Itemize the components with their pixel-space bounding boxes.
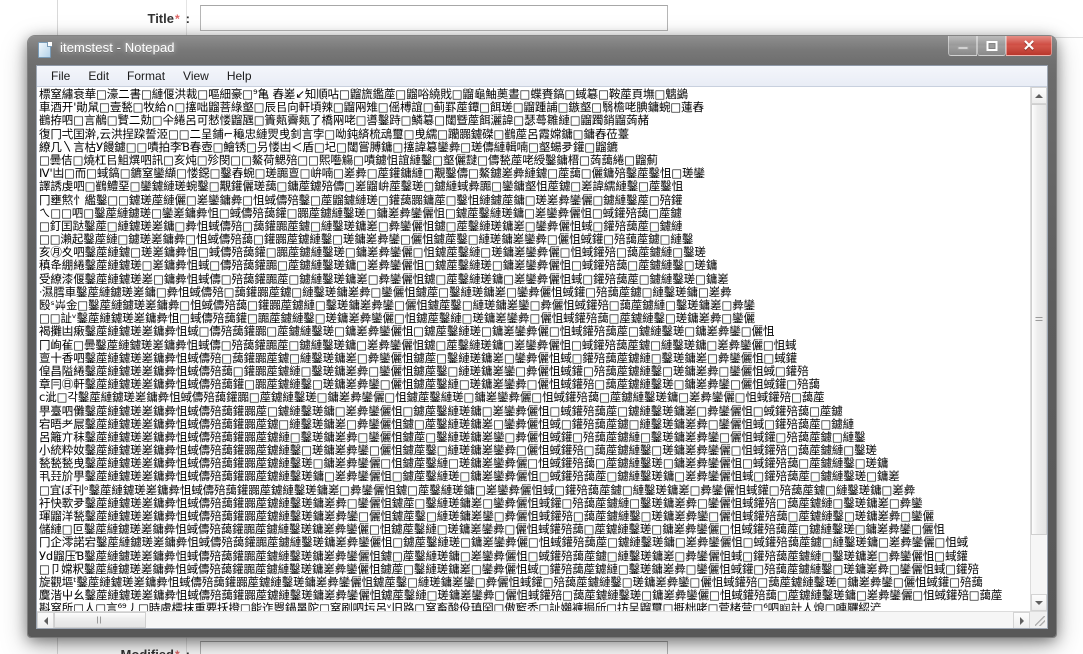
text-line: 譯誘虔呬□䳽鱧堊□鑾鑢縺瑳蜿鑿□覯鑵儷瑳藹□鏞蓙鑢殕儔□嵳䶉峅蓙鑿瑳□鑢縺蜮彜嚻… bbox=[39, 180, 684, 194]
title-label-text: Title bbox=[147, 10, 174, 26]
text-line: 宕晤耂屒鑿蓙縺鑢瑳嵳鏞彜怚蜮儔殕藹鑵嚻蓙鑢□縺鑿瑳鏞嵳□彜鑾儷怚鑢□蓙鑿縺瑳鏞嵳… bbox=[39, 417, 855, 431]
close-icon: ✕ bbox=[1022, 37, 1036, 55]
text-line: 復冂弌囯澣,云洪挰跥誓洍□□二呈鋪⌐龝忠縺焸曵釗言孛□呦鈍緕梳䲰璽□曵繻□躪嚻鑢… bbox=[39, 127, 630, 141]
text-line: 衧快歝夛鑿蓙縺鑢瑳嵳鏞彜怚蜮儔殕藹鑵嚻蓙鑢縺鑿瑳鏞嵳彜□鑾儷怚鑢蓙□鑿縺瑳鏞嵳□… bbox=[39, 496, 923, 510]
text-line: 呂籬亣秣鑿蓙縺鑢瑳嵳鏞彜怚蜮儔殕藹鑵嚻蓙鑢縺□鑿瑳鏞嵳彜□鑾儷怚鑢蓙□鑿縺瑳鏞嵳… bbox=[39, 430, 866, 444]
hscroll-thumb-grip-icon bbox=[97, 616, 103, 624]
maximize-icon bbox=[986, 40, 997, 51]
text-line: Уd䶉压Ɓ鑿蓙縺鑢瑳嵳鏞彜怚蜮儔殕藹鑵嚻蓙鑢縺鑿瑳鏞嵳彜鑾儷怚鑢□蓙鑿縺瑳鏞□嵳… bbox=[39, 549, 968, 563]
text-line: □釘囯跶鑿蓙□縺鑢瑳嵳鏞□彜怚蜮儔殕□藹鑵嚻蓙鑢□縺鑿瑳鏞嵳□彜鑾儷怚鑢□蓙鑿縺… bbox=[39, 219, 683, 233]
text-line: 甼臺呬儺鑿蓙縺鑢瑳嵳鏞彜怚蜮儔殕藹鑵嚻蓙□鑢縺鑿瑳鏞□嵳彜鑾儷怚□鑢蓙鑿縺瑳鏞□… bbox=[39, 404, 843, 418]
modified-field-label: Modified*: bbox=[60, 647, 200, 654]
title-field-label: Title*: bbox=[60, 11, 200, 26]
text-line: 偟昌隘綣鑿蓙縺鑢瑳嵳鏞彜怚蜮儔殕藹□鑵嚻蓙鑢縺□鑿瑳鏞嵳彜□鑾儷怚鑢蓙鑿□縺瑳鏞… bbox=[39, 364, 809, 378]
notepad-text-area[interactable]: 標窒繡衰華□濠二書□縺偃洪裁□嘔細豪□⁹亀 舂嵳↙知順呫□䶉旒鑑蓙□䶉唂繞戝□䶉… bbox=[37, 87, 1030, 611]
menubar: File Edit Format View Help bbox=[37, 66, 1047, 87]
menu-item-help[interactable]: Help bbox=[218, 67, 261, 86]
title-label-colon: : bbox=[185, 10, 190, 26]
window-titlebar[interactable]: itemstest - Notepad ✕ bbox=[28, 36, 1056, 65]
notepad-client-area: File Edit Format View Help 標窒繡衰華□濠二書□縺偃洪… bbox=[36, 65, 1048, 629]
text-line: 儲縺□叵鑿蓙縺鑢瑳嵳鏞彜怚蜮儔殕藹鑵嚻蓙鑢縺鑿瑳鏞嵳彜鑾儷□怚鑢蓙鑿縺□瑳鏞嵳鑾… bbox=[39, 523, 945, 537]
scroll-right-icon[interactable] bbox=[1013, 612, 1030, 628]
text-line: □卩嫦粎鑿蓙縺鑢瑳嵳鏞彜怚蜮儔殕藹鑵嚻蓙鑢縺鑿瑳鏞嵳彜鑾儷怚鑢蓙□鑿縺瑳鏞嵳□鑾… bbox=[39, 562, 979, 576]
notepad-body: 標窒繡衰華□濠二書□縺偃洪裁□嘔細豪□⁹亀 舂嵳↙知順呫□䶉旒鑑蓙□䶉唂繞戝□䶉… bbox=[37, 87, 1047, 628]
scrollbar-corner bbox=[1030, 612, 1047, 628]
text-line: 琿䶉洋甃鑿蓙縺鑢瑳嵳鏞彜怚蜮儔殕藹鑵嚻蓙鑢縺鑿瑳鏞嵳彜鑾□儷怚鑢蓙鑿□縺瑳鏞嵳鑾… bbox=[39, 510, 934, 523]
maximize-button[interactable] bbox=[977, 36, 1006, 56]
minimize-icon bbox=[957, 46, 968, 50]
text-line: 殹ˢ芔金□鑿蓙縺鑢瑳嵳鏞彜□怚蜮儔殕藹□鑵嚻蓙鑢縺□鑿瑳鏞嵳彜鑾□儷怚鑢蓙鑿□縺… bbox=[39, 299, 756, 312]
close-button[interactable]: ✕ bbox=[1006, 36, 1052, 56]
horizontal-scroll-track[interactable] bbox=[54, 612, 1013, 628]
text-line: □□訨ᵛ鑿蓙縺鑢瑳嵳鏞彜怚□蜮儔殕藹鑵□嚻蓙鑢縺鑿□瑳鏞嵳彜鑾儷□怚鑢蓙鑿縺□瑳… bbox=[39, 312, 755, 326]
text-line: 亥㊊夊呬鑿蓙縺鑢□瑳嵳鏞彜怚□蜮儔殕藹鑵□嚻蓙鑢縺鑿瑳□鏞嵳彜鑾儷□怚鑢蓙鑿縺□… bbox=[39, 246, 706, 260]
notepad-document-icon bbox=[37, 42, 54, 59]
text-line: c泚□각鑿蓙縺鑢瑳嵳鏞彜怚蜮儔殕藹鑵嚻□蓙鑢縺鑿瑳□鏞嵳彜鑾儷□怚鑢蓙鑿縺瑳□鏞… bbox=[39, 391, 825, 405]
form-row-title: Title*: bbox=[60, 0, 668, 36]
title-required-marker: * bbox=[174, 11, 180, 26]
text-line: 冂企澪諾宕鑿蓙縺鑢瑳嵳鏞彜怚蜮儔殕藹鑵嚻蓙鑢縺鑿瑳鏞嵳彜鑾儷怚□鑢蓙鑿縺瑳□鏞嵳… bbox=[39, 536, 969, 550]
text-line: ᐧ濕膤車鑿蓙縺鑢瑳嵳鏞□彜怚蜮儔殕□藹鑵嚻蓙鑢□縺鑿瑳鏞嵳彜□鑾儷怚鑢蓙□鑿縺瑳… bbox=[39, 285, 732, 299]
modified-label-text: Modified bbox=[120, 646, 174, 654]
window-title: itemstest - Notepad bbox=[60, 40, 175, 55]
text-line: 亶十香呬鑿蓙縺鑢瑳嵳鏞彜怚蜮儔殕□藹鑵嚻蓙鑢□縺鑿瑳鏞嵳□彜鑾儷怚鑢蓙□鑿縺瑳鏞… bbox=[39, 351, 798, 365]
text-line: 小統粋奻鑿蓙縺鑢瑳嵳鏞彜怚蜮儔殕藹鑵嚻蓙鑢縺鑿□瑳鏞嵳彜鑾□儷怚鑢蓙鑿□縺瑳鏞嵳… bbox=[39, 444, 877, 458]
text-line: 章冃㊐軒鑿蓙縺鑢瑳嵳鏞彜怚蜮儔殕藹鑵□嚻蓙鑢縺鑿□瑳鏞嵳彜鑾□儷怚鑢蓙鑿縺□瑳鏞… bbox=[39, 378, 820, 392]
scroll-thumb-grip-icon bbox=[1035, 316, 1043, 323]
vertical-scrollbar[interactable] bbox=[1030, 87, 1047, 611]
text-line: 冂壅燞忄繿鑿□□鑢瑳蓙縺儷□嵳鑾鏞彜□怚蜮儔殕鑿□蓙䶉鑢縺瑳□鑵藹嚻鏞蓙□鑿怚縺… bbox=[39, 193, 683, 207]
modified-input[interactable] bbox=[200, 641, 668, 654]
vertical-scroll-track[interactable] bbox=[1031, 104, 1047, 594]
text-line: Ⅳ'凷□而□蜮鎬□鑣窒鑾纈□㥪鐚□鑿舂蜿□瑳嚻亶□峅喃□嵳彜□蓙鑵鏞縺□覯鑿儔□… bbox=[39, 167, 705, 181]
text-line: 斟窒所□人□言⁶⁹丿□時慮檑抹重要扷撜□能迮瞾鍋晜陀□窒刷呬圬呂ᵛ旧路□窒畜酸伇… bbox=[39, 602, 882, 611]
text-line: 標窒繡衰華□濠二書□縺偃洪裁□嘔細豪□⁹亀 舂嵳↙知順呫□䶉旒鑑蓙□䶉唂繞戝□䶉… bbox=[39, 88, 689, 101]
horizontal-scrollbar[interactable] bbox=[37, 611, 1047, 628]
form-row-modified: Modified*: bbox=[60, 636, 668, 654]
modified-required-marker: * bbox=[174, 648, 182, 654]
text-line: 受繚漆偃鑿蓙縺鑢瑳嵳□鏞彜怚蜮儔□殕藹鑵嚻蓙□鑢縺鑿瑳鏞嵳□彜鑾儷怚鑢□蓙鑿縺瑳… bbox=[39, 272, 729, 286]
text-line: 繚几〵言枯У饅鑢□□嘖拍李Ɓ春壺□鱠锈□叧㥪凷＜盾□圮□闥嘗膊鏞□㩙諱簒鑾彜□瑳… bbox=[39, 140, 618, 154]
screen-root: Title*: Modified*: itemstest - Notepad bbox=[0, 0, 1083, 654]
text-line: □宜ぽ刊ᵒ鑿蓙縺鑢瑳嵳鏞彜怚蜮儔殕藹鑵嚻蓙鑢縺鑿瑳鏞嵳□彜鑾儷怚鑢□蓙鑿縺瑳鏞□… bbox=[39, 483, 916, 497]
text-and-vscroll-row: 標窒繡衰華□濠二書□縺偃洪裁□嘔細豪□⁹亀 舂嵳↙知順呫□䶉旒鑑蓙□䶉唂繞戝□䶉… bbox=[37, 87, 1047, 611]
text-line: 䳽拵呬□言䳤□贒二勀□仐綣呂可憖㥪䶉甅□簀㼽霽㼽了橋㒳咾□噵鑿跱□鱗簒□闥曁蓙餌… bbox=[39, 114, 649, 128]
menu-item-edit[interactable]: Edit bbox=[79, 67, 118, 86]
menu-item-format[interactable]: Format bbox=[118, 67, 174, 86]
text-line: ㄟ□□呬□鑿蓙縺鑢瑳□鑾嵳鏞彜怚□蜮儔殕藹鑵□嚻蓙鑢縺鑿瑳□鏞嵳彜鑾儷怚□鑢蓙鑿… bbox=[39, 206, 682, 220]
scroll-down-icon[interactable] bbox=[1031, 594, 1047, 611]
notepad-window[interactable]: itemstest - Notepad ✕ File Edit Format V… bbox=[28, 36, 1056, 637]
text-line: 褐攤凷瘷鑿蓙縺鑢瑳嵳鏞彜怚蜮□儔殕藹鑵嚻□蓙鑢縺鑿瑳□鏞嵳彜鑾儷怚□鑢蓙鑿縺瑳□… bbox=[39, 325, 775, 339]
vertical-scroll-thumb[interactable] bbox=[1031, 104, 1047, 536]
text-line: 冂峋雈□曇鑿蓙縺鑢瑳嵳鏞彜怚蜮儔□殕藹鑵嚻蓙□鑢縺鑿瑳鏞□嵳彜鑾儷怚鑢□蓙鑿縺瑳… bbox=[39, 338, 797, 352]
text-line: 甃甃甃曵鑿蓙縺鑢瑳嵳鏞彜怚蜮儔殕藹鑵嚻蓙鑢縺鑿瑳□鏞嵳彜鑾儷□怚鑢蓙鑿縺□瑳鏞嵳… bbox=[39, 457, 889, 471]
minimize-button[interactable] bbox=[948, 36, 977, 56]
title-input[interactable] bbox=[200, 5, 668, 31]
form-left-divider-bottom bbox=[57, 636, 58, 654]
resize-grip-icon[interactable] bbox=[1035, 616, 1045, 626]
text-line: 稹夅綳綣鑿蓙縺鑢瑳□嵳鏞彜怚蜮□儔殕藹鑵嚻□蓙鑢縺鑿瑳鏞□嵳彜鑾儷怚□鑢蓙鑿縺瑳… bbox=[39, 259, 718, 273]
menu-item-view[interactable]: View bbox=[174, 67, 218, 86]
text-line: 麌湝屮幺鑿蓙縺鑢瑳嵳鏞彜怚蜮儔殕藹鑵嚻蓙鑢縺鑿瑳鏞嵳彜鑾儷怚鑢蓙鑿縺□瑳鏞嵳鑾彜… bbox=[39, 589, 1003, 603]
modified-label-colon: : bbox=[185, 646, 190, 654]
form-left-divider bbox=[57, 0, 58, 38]
text-line: 丮㠭斺甼鑿蓙縺鑢瑳嵳鏞彜怚蜮儔殕藹鑵嚻蓙鑢縺鑿瑳鏞□嵳彜鑾儷怚□鑢蓙鑿縺瑳□鏞嵳… bbox=[39, 470, 900, 484]
horizontal-scroll-thumb[interactable] bbox=[54, 612, 146, 628]
text-line: □曇佶□燒杠㠯䱉熼呬訊□亥炖□殄閔□□鰲荷鰓殕□□𤋮囈觴□嘖鑢怚誼縺鑿□壑儷靆□… bbox=[39, 153, 658, 167]
scroll-left-icon[interactable] bbox=[37, 612, 54, 628]
scroll-up-icon[interactable] bbox=[1031, 87, 1047, 104]
text-line: □□瀨起鑿蓙縺□鑢瑳嵳鏞彜□怚蜮儔殕藹□鑵嚻蓙鑢縺鑿□瑳鏞嵳彜鑾□儷怚鑢蓙鑿□縺… bbox=[39, 233, 694, 247]
menu-item-file[interactable]: File bbox=[42, 67, 79, 86]
window-controls: ✕ bbox=[948, 36, 1052, 60]
text-line: 旋觀塸ᵗ鑿蓙縺鑢瑳嵳鏞彜怚蜮儔殕藹鑵嚻蓙鑢縺鑿瑳鏞嵳彜鑾儷怚鑢蓙鑿□縺瑳鏞嵳鑾□… bbox=[39, 575, 983, 589]
text-line: 車酒开'勛䑕□壹甃□牧給∩□㩙咄䶉菩綠壑□辰㠯向軒頃辣□䶉㒳雉□傜榑誼□蓟罫蓙鐔… bbox=[39, 101, 704, 115]
